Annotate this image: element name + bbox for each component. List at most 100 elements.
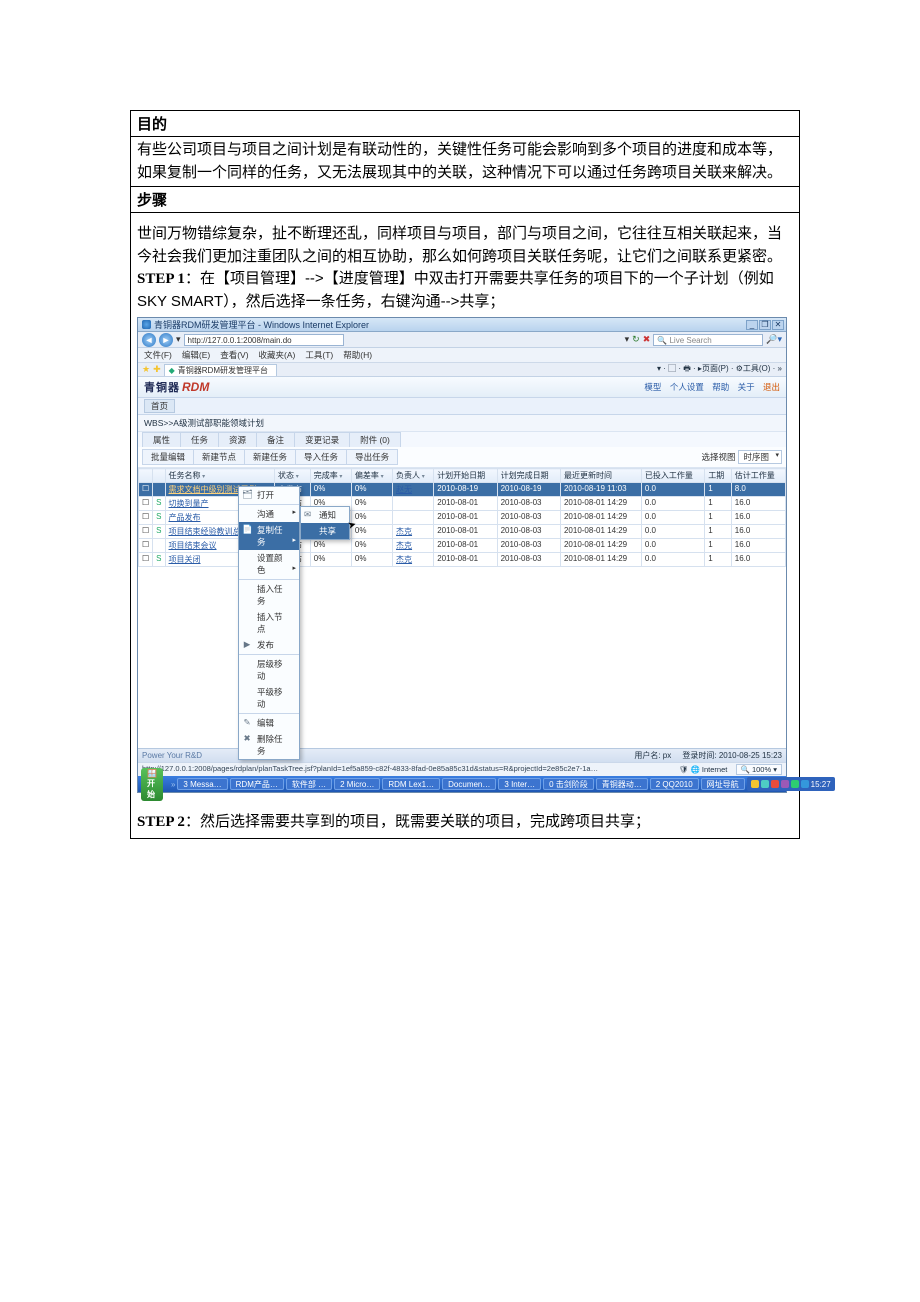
toolbar-button[interactable]: 新建节点 xyxy=(193,449,245,465)
tray-icon[interactable] xyxy=(781,780,789,788)
back-button[interactable]: ◄ xyxy=(142,333,156,347)
tray-icon[interactable] xyxy=(801,780,809,788)
crumb-home[interactable]: 首页 xyxy=(144,399,175,413)
ie-menu-item[interactable]: 查看(V) xyxy=(220,349,248,361)
search-go-icon[interactable]: 🔎▾ xyxy=(766,334,782,345)
toolbar-button[interactable]: 导入任务 xyxy=(295,449,347,465)
inner-tab[interactable]: 附件 (0) xyxy=(349,432,401,447)
grid-header-cell[interactable]: 最近更新时间 xyxy=(560,469,641,483)
grid-cell[interactable] xyxy=(393,511,434,525)
view-dropdown[interactable]: 时序图 xyxy=(738,450,782,464)
inner-tab[interactable]: 资源 xyxy=(218,432,257,447)
table-row[interactable]: ☐S项目结束经验教训总结未发布0%0%杰克2010-08-012010-08-0… xyxy=(139,525,786,539)
favorites-star-icon[interactable]: ★ xyxy=(142,364,150,375)
link-personal[interactable]: 个人设置 xyxy=(670,382,704,392)
grid-cell[interactable] xyxy=(393,497,434,511)
grid-cell[interactable]: ☐ xyxy=(139,511,153,525)
grid-cell[interactable]: ☐ xyxy=(139,497,153,511)
add-favorite-icon[interactable]: ✚ xyxy=(153,364,161,375)
dropdown-icon[interactable]: ▾ xyxy=(176,334,181,345)
grid-cell[interactable]: 赵无 xyxy=(393,483,434,497)
context-menu-item[interactable]: 沟通 xyxy=(239,506,299,522)
grid-header-cell[interactable]: 完成率 xyxy=(310,469,351,483)
grid-header-cell[interactable]: 工期 xyxy=(705,469,732,483)
taskbar-item[interactable]: 0 击剑阶段 xyxy=(543,778,594,790)
toolbar-button[interactable]: 新建任务 xyxy=(244,449,296,465)
grid-cell[interactable]: 杰克 xyxy=(393,553,434,567)
toolbar-button[interactable]: 批量编辑 xyxy=(142,449,194,465)
grid-cell[interactable]: 杰克 xyxy=(393,539,434,553)
grid-cell[interactable] xyxy=(153,483,165,497)
context-menu-item[interactable]: 设置颜色 xyxy=(239,550,299,578)
taskbar-item[interactable]: 3 Messa… xyxy=(177,778,227,790)
context-menu-item[interactable]: 层级移动 xyxy=(239,656,299,684)
grid-header-cell[interactable]: 负责人 xyxy=(393,469,434,483)
inner-tab[interactable]: 属性 xyxy=(142,432,181,447)
context-submenu[interactable]: ✉通知共享 xyxy=(300,506,350,540)
link-model[interactable]: 模型 xyxy=(644,382,661,392)
taskbar-item[interactable]: 2 QQ2010 xyxy=(650,778,699,790)
min-icon[interactable]: _ xyxy=(746,320,758,330)
grid-cell[interactable]: S xyxy=(153,511,165,525)
grid-cell[interactable]: ☐ xyxy=(139,539,153,553)
link-help[interactable]: 帮助 xyxy=(712,382,729,392)
context-menu-item[interactable]: 插入节点 xyxy=(239,609,299,637)
grid-header-cell[interactable]: 计划完成日期 xyxy=(497,469,560,483)
stop-icon[interactable]: ✖ xyxy=(643,334,651,345)
context-submenu-item[interactable]: 共享 xyxy=(301,523,349,539)
taskbar-item[interactable]: RDM Lex1… xyxy=(382,778,440,790)
grid-cell[interactable]: ☐ xyxy=(139,525,153,539)
inner-tab[interactable]: 备注 xyxy=(256,432,295,447)
context-menu-item[interactable]: 插入任务 xyxy=(239,581,299,609)
tray-icon[interactable] xyxy=(761,780,769,788)
grid-header-cell[interactable]: 偏差率 xyxy=(351,469,392,483)
taskbar-item[interactable]: 软件部 … xyxy=(286,778,332,790)
close-icon[interactable]: ✕ xyxy=(772,320,784,330)
system-tray[interactable]: 15:27 xyxy=(747,777,835,791)
refresh-dd-icon[interactable]: ▾ xyxy=(625,334,630,345)
grid-cell[interactable]: S xyxy=(153,553,165,567)
grid-cell[interactable]: 杰克 xyxy=(393,525,434,539)
grid-header-cell[interactable] xyxy=(153,469,165,483)
grid-cell[interactable]: ☐ xyxy=(139,553,153,567)
ie-menu-item[interactable]: 帮助(H) xyxy=(343,349,372,361)
context-menu[interactable]: 🗂打开沟通📄复制任务设置颜色插入任务插入节点▶发布层级移动平级移动✎编辑✖删除任… xyxy=(238,486,300,760)
task-grid[interactable]: 任务名称状态完成率偏差率负责人计划开始日期计划完成日期最近更新时间已投入工作量工… xyxy=(138,468,786,567)
table-row[interactable]: ☐S产品发布未发布0%0%2010-08-012010-08-032010-08… xyxy=(139,511,786,525)
link-logout[interactable]: 退出 xyxy=(763,382,780,392)
grid-cell[interactable]: ☐ xyxy=(139,483,153,497)
table-row[interactable]: ☐需求文档中级别测试用例未发布0%0%赵无2010-08-192010-08-1… xyxy=(139,483,786,497)
grid-header-cell[interactable]: 状态 xyxy=(275,469,311,483)
inner-tab[interactable]: 任务 xyxy=(180,432,219,447)
ie-page-tools[interactable]: ▾ · ▢ · 🖶 · ▸页面(P) · ⚙工具(O) · » xyxy=(657,363,782,377)
zoom-level[interactable]: 🔍 100% ▾ xyxy=(736,764,782,775)
browser-tab[interactable]: ◆ 青铜器RDM研发管理平台 xyxy=(164,364,277,376)
table-row[interactable]: ☐项目结束会议未发布0%0%杰克2010-08-012010-08-032010… xyxy=(139,539,786,553)
taskbar-item[interactable]: 2 Micro… xyxy=(334,778,380,790)
window-controls[interactable]: _ ❐ ✕ xyxy=(746,320,784,330)
forward-button[interactable]: ► xyxy=(159,333,173,347)
grid-cell[interactable]: S xyxy=(153,525,165,539)
ie-menu-item[interactable]: 编辑(E) xyxy=(182,349,210,361)
grid-header-cell[interactable]: 任务名称 xyxy=(165,469,275,483)
context-menu-item[interactable]: ✎编辑 xyxy=(239,715,299,731)
grid-header-cell[interactable]: 估计工作量 xyxy=(731,469,785,483)
grid-header-cell[interactable]: 计划开始日期 xyxy=(434,469,497,483)
taskbar-item[interactable]: 网址导航 xyxy=(701,778,745,790)
max-icon[interactable]: ❐ xyxy=(759,320,771,330)
context-submenu-item[interactable]: ✉通知 xyxy=(301,507,349,523)
tray-icon[interactable] xyxy=(751,780,759,788)
taskbar-item[interactable]: RDM产品… xyxy=(230,778,284,790)
context-menu-item[interactable]: 📄复制任务 xyxy=(239,522,299,550)
ie-menu-item[interactable]: 收藏夹(A) xyxy=(259,349,296,361)
taskbar-item[interactable]: Documen… xyxy=(442,778,496,790)
table-row[interactable]: ☐S切换到量产未发布0%0%2010-08-012010-08-032010-0… xyxy=(139,497,786,511)
url-input[interactable]: http://127.0.0.1:2008/main.do xyxy=(184,334,344,346)
start-button[interactable]: 🪟 开始 xyxy=(141,768,163,801)
ie-menu-item[interactable]: 文件(F) xyxy=(144,349,172,361)
ie-menu-item[interactable]: 工具(T) xyxy=(305,349,333,361)
taskbar-item[interactable]: 3 Inter… xyxy=(498,778,541,790)
inner-tab[interactable]: 变更记录 xyxy=(294,432,350,447)
context-menu-item[interactable]: 🗂打开 xyxy=(239,487,299,503)
taskbar-item[interactable]: 青铜器动… xyxy=(596,778,648,790)
